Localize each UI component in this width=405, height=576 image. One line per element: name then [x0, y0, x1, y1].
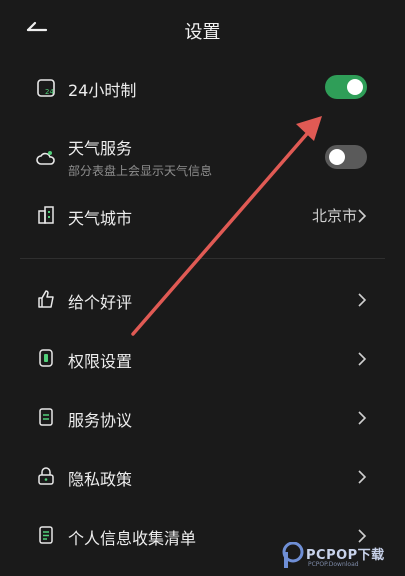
annotation-arrow: [131, 116, 322, 336]
watermark-subtext: PCPOP.Download: [308, 561, 359, 568]
watermark-logo: PCPOP下载 PCPOP.Download: [282, 540, 405, 574]
watermark-p-icon: [282, 542, 304, 568]
